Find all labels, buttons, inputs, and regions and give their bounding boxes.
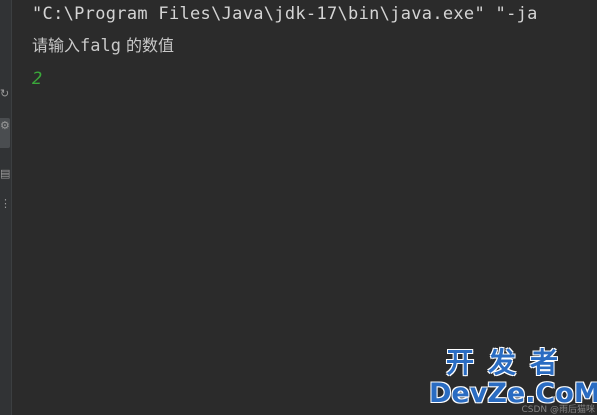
input-prompt: 请输入falg 的数值 (32, 35, 174, 57)
wrench-icon[interactable]: ⚙ (0, 118, 10, 148)
rerun-icon[interactable]: ↻ (0, 86, 10, 102)
more-icon[interactable]: ⋮ (0, 196, 10, 212)
watermark-credit: CSDN @雨后猫咪 (521, 405, 595, 415)
watermark-top: 开发者 (445, 346, 572, 379)
console-toolbar: ↻ ⚙ ▤ ⋮ (0, 0, 12, 415)
print-icon[interactable]: ▤ (0, 166, 10, 182)
prompt-variable: falg (80, 36, 121, 56)
prompt-text-a: 请输入 (32, 36, 81, 55)
run-console: ↻ ⚙ ▤ ⋮ "C:\Program Files\Java\jdk-17\bi… (0, 0, 597, 415)
watermark-logo: 开发者 DevZe.CoM (429, 346, 597, 409)
command-line: "C:\Program Files\Java\jdk-17\bin\java.e… (32, 4, 538, 24)
prompt-text-b: 的数值 (120, 36, 175, 55)
user-input-line[interactable]: 2 (32, 68, 42, 90)
